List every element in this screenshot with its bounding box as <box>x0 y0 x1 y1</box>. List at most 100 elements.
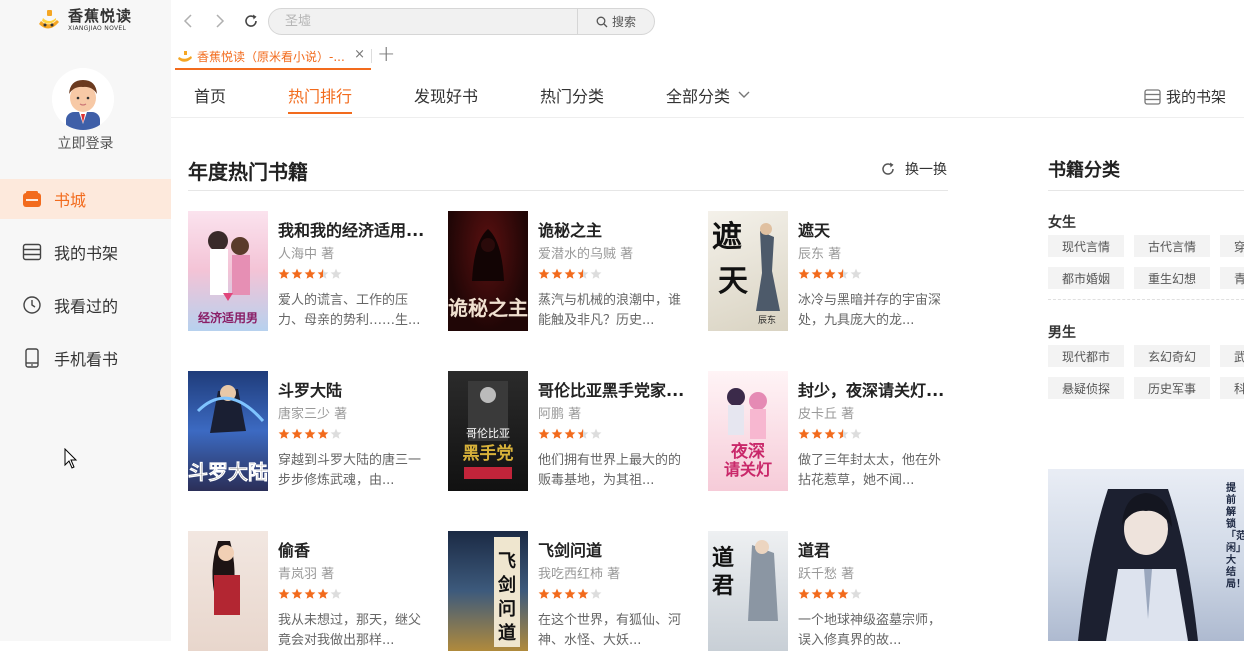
book-card[interactable]: 经济适用男 我和我的经济适用... 人海中 著 爱人的谎言、工作的压力、母亲的势… <box>188 211 438 333</box>
book-cover[interactable]: 诡秘之主 <box>448 211 528 331</box>
star-icon <box>317 428 329 439</box>
app-logo[interactable]: 香蕉悦读 XIANGJIAO NOVEL <box>36 6 132 34</box>
star-icon <box>798 268 810 279</box>
female-label: 女生 <box>1048 215 1076 231</box>
tab-discover[interactable]: 发现好书 <box>414 83 478 107</box>
svg-text:斗罗大陆: 斗罗大陆 <box>188 460 268 484</box>
star-icon <box>811 588 823 599</box>
category-tag[interactable]: 玄幻奇幻 <box>1134 345 1210 367</box>
category-tag[interactable]: 重生幻想 <box>1134 267 1210 289</box>
book-title[interactable]: 封少，夜深请关灯... <box>798 377 948 401</box>
sidebar-nav: 书城 我的书架 我看过的 手机看书 <box>0 179 171 391</box>
book-cover[interactable]: 经济适用男 <box>188 211 268 331</box>
book-card[interactable]: 夜深 请关灯 封少，夜深请关灯... 皮卡丘 著 做了三年封太太，他在外拈花惹草… <box>708 371 958 493</box>
category-tag[interactable]: 现代言情 <box>1048 235 1124 257</box>
tab-hot-category[interactable]: 热门分类 <box>540 83 604 107</box>
book-author: 辰东 著 <box>798 247 842 262</box>
male-label: 男生 <box>1048 325 1076 341</box>
category-tag[interactable]: 都市婚姻 <box>1048 267 1124 289</box>
promo-banner[interactable]: 提前解锁「范闲」大结局！ <box>1048 469 1244 641</box>
rating-stars <box>798 428 863 440</box>
category-tag[interactable]: 古代言情 <box>1134 235 1210 257</box>
refresh-icon <box>880 161 896 177</box>
book-title[interactable]: 道君 <box>798 537 948 561</box>
book-cover[interactable]: 遮 天 辰东 <box>708 211 788 331</box>
book-author: 阿鹏 著 <box>538 407 582 422</box>
star-icon <box>577 428 589 439</box>
book-cover[interactable]: 道 君 <box>708 531 788 651</box>
book-author: 青岚羽 著 <box>278 567 335 582</box>
book-title[interactable]: 哥伦比亚黑手党家... <box>538 377 688 401</box>
star-icon <box>590 428 602 439</box>
book-description: 做了三年封太太，他在外拈花惹草，她不闻... <box>798 453 942 488</box>
book-cover[interactable]: 斗罗大陆 <box>188 371 268 491</box>
reload-icon[interactable] <box>242 12 260 30</box>
book-title[interactable]: 遮天 <box>798 217 948 241</box>
book-title[interactable]: 诡秘之主 <box>538 217 688 241</box>
book-title[interactable]: 偷香 <box>278 537 428 561</box>
bookshelf-icon <box>22 242 42 262</box>
category-tag[interactable]: 现代都市 <box>1048 345 1124 367</box>
category-divider <box>1048 299 1244 300</box>
category-panel-divider <box>1048 190 1244 191</box>
star-icon <box>291 588 303 599</box>
tab-all-category[interactable]: 全部分类 <box>666 83 750 107</box>
book-card[interactable]: 飞 剑 问 道 飞剑问道 我吃西红柿 著 在这个世界，有狐仙、河神、水怪、大妖.… <box>448 531 698 653</box>
search-button[interactable]: 搜索 <box>577 9 654 34</box>
book-cover[interactable]: 夜深 请关灯 <box>708 371 788 491</box>
sidebar-item-history[interactable]: 我看过的 <box>0 285 171 325</box>
star-icon <box>304 588 316 599</box>
sidebar: 香蕉悦读 XIANGJIAO NOVEL 立即登录 书城 我的书架 我看过的 手… <box>0 0 171 641</box>
category-tag[interactable]: 青 <box>1220 267 1244 289</box>
refresh-button[interactable]: 换一换 <box>880 159 947 179</box>
category-tag[interactable]: 科 <box>1220 377 1244 399</box>
book-cover[interactable] <box>188 531 268 651</box>
browser-toolbar: 搜索 <box>171 0 1244 42</box>
tab-home[interactable]: 首页 <box>194 83 226 107</box>
category-tag[interactable]: 历史军事 <box>1134 377 1210 399</box>
phone-icon <box>22 348 42 368</box>
book-card[interactable]: 诡秘之主 诡秘之主 爱潜水的乌贼 著 蒸汽与机械的浪潮中，谁能触及非凡？历史..… <box>448 211 698 333</box>
book-cover[interactable]: 飞 剑 问 道 <box>448 531 528 651</box>
category-tag[interactable]: 穿 <box>1220 235 1244 257</box>
star-icon <box>837 268 849 279</box>
sidebar-item-store[interactable]: 书城 <box>0 179 171 219</box>
section-divider <box>188 190 948 191</box>
book-author: 跃千愁 著 <box>798 567 855 582</box>
book-description: 爱人的谎言、工作的压力、母亲的势利……生... <box>278 293 421 328</box>
book-card[interactable]: 哥伦比亚 黑手党 哥伦比亚黑手党家... 阿鹏 著 他们拥有世界上最大的的贩毒基… <box>448 371 698 493</box>
sidebar-item-bookshelf[interactable]: 我的书架 <box>0 232 171 272</box>
login-link[interactable]: 立即登录 <box>0 133 171 153</box>
book-card[interactable]: 偷香 青岚羽 著 我从未想过，那天，继父竟会对我做出那样... <box>188 531 438 653</box>
star-icon <box>850 268 862 279</box>
star-icon <box>837 588 849 599</box>
tab-hot-ranking[interactable]: 热门排行 <box>288 83 353 114</box>
book-title[interactable]: 飞剑问道 <box>538 537 688 561</box>
avatar[interactable] <box>52 68 114 130</box>
tab-title: 香蕉悦读（原米看小说）-... <box>197 49 345 64</box>
book-title[interactable]: 斗罗大陆 <box>278 377 428 401</box>
star-icon <box>590 588 602 599</box>
refresh-label: 换一换 <box>905 162 947 178</box>
star-icon <box>811 268 823 279</box>
my-bookshelf-link[interactable]: 我的书架 <box>1144 86 1226 107</box>
star-icon <box>577 268 589 279</box>
category-tag[interactable]: 悬疑侦探 <box>1048 377 1124 399</box>
new-tab-button[interactable]: + <box>377 42 395 67</box>
book-card[interactable]: 遮 天 辰东 遮天 辰东 著 冰冷与黑暗并存的宇宙深处，九具庞大的龙... <box>708 211 958 333</box>
book-card[interactable]: 道 君 道君 跃千愁 著 一个地球神级盗墓宗师，误入修真界的故... <box>708 531 958 653</box>
book-cover[interactable]: 哥伦比亚 黑手党 <box>448 371 528 491</box>
browser-tab[interactable]: 香蕉悦读（原米看小说）-... × <box>175 44 371 70</box>
search-input[interactable] <box>269 9 577 34</box>
category-tag[interactable]: 武 <box>1220 345 1244 367</box>
book-author: 人海中 著 <box>278 247 335 262</box>
book-description: 穿越到斗罗大陆的唐三一步步修炼武魂，由... <box>278 453 422 488</box>
tab-close-icon[interactable]: × <box>354 47 365 62</box>
svg-text:剑: 剑 <box>497 574 516 596</box>
back-arrow-icon[interactable] <box>179 12 197 30</box>
sidebar-item-mobile[interactable]: 手机看书 <box>0 338 171 378</box>
book-title[interactable]: 我和我的经济适用... <box>278 217 428 241</box>
book-card[interactable]: 斗罗大陆 斗罗大陆 唐家三少 著 穿越到斗罗大陆的唐三一步步修炼武魂，由... <box>188 371 438 493</box>
star-icon <box>837 428 849 439</box>
forward-arrow-icon[interactable] <box>211 12 229 30</box>
